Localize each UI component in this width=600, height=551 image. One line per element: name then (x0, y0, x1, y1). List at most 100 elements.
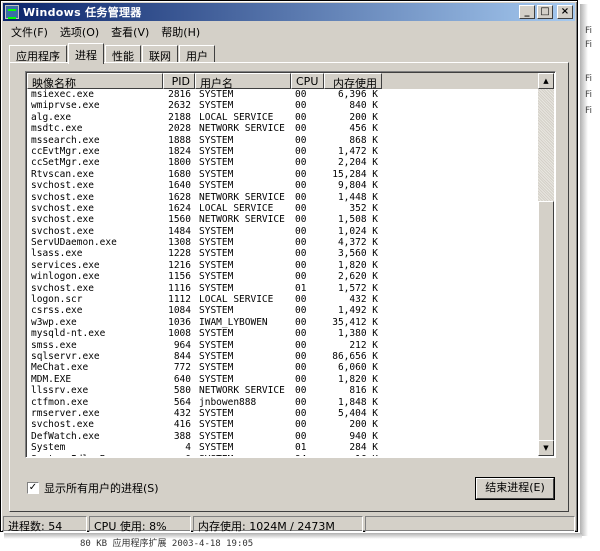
process-row[interactable]: svchost.exe 1560 NETWORK SERVICE 00 1,508 K (27, 214, 538, 225)
row-mem-usage: 1,508 K (337, 214, 378, 226)
row-cpu: 00 (295, 237, 307, 249)
row-user-name: SYSTEM (199, 180, 234, 192)
row-mem-usage: 1,820 K (337, 373, 378, 385)
process-row[interactable]: MDM.EXE 640 SYSTEM 00 1,820 K (27, 374, 538, 385)
menu-options[interactable]: 选项(O) (54, 22, 105, 40)
process-row[interactable]: ServUDaemon.exe 1308 SYSTEM 00 4,372 K (27, 237, 538, 248)
row-user-name: SYSTEM (199, 100, 234, 112)
process-row[interactable]: svchost.exe 416 SYSTEM 00 200 K (27, 419, 538, 430)
row-user-name: IWAM_LYBOWEN (199, 316, 268, 328)
process-row[interactable]: ccSetMgr.exe 1800 SYSTEM 00 2,204 K (27, 157, 538, 168)
row-user-name: SYSTEM (199, 282, 234, 294)
row-mem-usage: 2,620 K (337, 271, 378, 283)
row-cpu: 00 (295, 202, 307, 214)
row-pid: 1156 (168, 271, 191, 283)
process-row[interactable]: MeChat.exe 772 SYSTEM 00 6,060 K (27, 362, 538, 373)
process-row[interactable]: logon.scr 1112 LOCAL SERVICE 00 432 K (27, 294, 538, 305)
process-row[interactable]: csrss.exe 1084 SYSTEM 00 1,492 K (27, 305, 538, 316)
row-user-name: SYSTEM (199, 339, 234, 351)
row-pid: 416 (173, 419, 191, 431)
process-row[interactable]: wmiprvse.exe 2632 SYSTEM 00 840 K (27, 100, 538, 111)
row-pid: 1228 (168, 248, 191, 260)
process-row[interactable]: llssrv.exe 580 NETWORK SERVICE 00 816 K (27, 385, 538, 396)
column-pid[interactable]: PID (163, 73, 195, 89)
column-mem-usage[interactable]: 内存使用 (324, 73, 382, 90)
process-row[interactable]: msdtc.exe 2028 NETWORK SERVICE 00 456 K (27, 123, 538, 134)
process-row[interactable]: svchost.exe 1624 LOCAL SERVICE 00 352 K (27, 203, 538, 214)
row-cpu: 00 (295, 214, 307, 226)
process-row[interactable]: ctfmon.exe 564 jnbowen888 00 1,848 K (27, 397, 538, 408)
show-all-users-option[interactable]: ✓ 显示所有用户的进程(S) (27, 480, 159, 496)
row-mem-usage: 456 K (349, 123, 378, 135)
tab-users[interactable]: 用户 (179, 45, 215, 63)
row-cpu: 00 (295, 396, 307, 408)
process-row[interactable]: rmserver.exe 432 SYSTEM 00 5,404 K (27, 408, 538, 419)
process-row[interactable]: services.exe 1216 SYSTEM 00 1,820 K (27, 260, 538, 271)
row-image-name: rmserver.exe (31, 407, 100, 419)
row-user-name: SYSTEM (199, 305, 234, 317)
column-user-name[interactable]: 用户名 (195, 73, 291, 90)
tab-performance[interactable]: 性能 (105, 45, 141, 63)
row-pid: 2632 (168, 100, 191, 112)
row-pid: 772 (173, 362, 191, 374)
minimize-button[interactable]: _ (519, 5, 535, 19)
menu-file[interactable]: 文件(F) (5, 22, 54, 40)
process-row[interactable]: System Idle Process0SYSTEM9416 K (27, 454, 538, 457)
scroll-thumb[interactable] (538, 201, 554, 443)
process-row[interactable]: svchost.exe 1484 SYSTEM 00 1,024 K (27, 226, 538, 237)
process-row[interactable]: winlogon.exe 1156 SYSTEM 00 2,620 K (27, 271, 538, 282)
row-mem-usage: 868 K (349, 134, 378, 146)
process-row[interactable]: svchost.exe 1628 NETWORK SERVICE 00 1,448 K (27, 192, 538, 203)
tab-networking[interactable]: 联网 (142, 45, 178, 63)
process-row[interactable]: svchost.exe 1640 SYSTEM 00 9,804 K (27, 180, 538, 191)
row-cpu: 00 (295, 191, 307, 203)
row-image-name: wmiprvse.exe (31, 100, 100, 112)
window-title: Windows 任务管理器 (23, 6, 142, 19)
menu-help[interactable]: 帮助(H) (155, 22, 206, 40)
process-list[interactable]: 映像名称 PID 用户名 CPU 内存使用 msiexec.exe 2816 SYS… (25, 71, 556, 458)
process-row[interactable]: mssearch.exe 1888 SYSTEM 00 868 K (27, 135, 538, 146)
row-mem-usage: 816 K (349, 385, 378, 397)
process-row[interactable]: System 4 SYSTEM 01 284 K (27, 442, 538, 453)
tab-processes[interactable]: 进程 (68, 43, 104, 64)
row-cpu: 94 (291, 454, 324, 457)
process-row[interactable]: alg.exe 2188 LOCAL SERVICE 00 200 K (27, 112, 538, 123)
process-row[interactable]: w3wp.exe 1036 IWAM_LYBOWEN 00 35,412 K (27, 317, 538, 328)
row-mem-usage: 1,380 K (337, 328, 378, 340)
menu-view[interactable]: 查看(V) (105, 22, 155, 40)
process-row[interactable]: msiexec.exe 2816 SYSTEM 00 6,396 K (27, 89, 538, 100)
row-mem-usage: 5,404 K (337, 407, 378, 419)
process-row[interactable]: ccEvtMgr.exe 1824 SYSTEM 00 1,472 K (27, 146, 538, 157)
background-side-label: Fi (585, 90, 593, 100)
process-row[interactable]: svchost.exe 1116 SYSTEM 01 1,572 K (27, 283, 538, 294)
row-image-name: llssrv.exe (31, 385, 89, 397)
row-mem-usage: 6,396 K (337, 89, 378, 100)
process-row[interactable]: sqlservr.exe 844 SYSTEM 00 86,656 K (27, 351, 538, 362)
process-row[interactable]: smss.exe 964 SYSTEM 00 212 K (27, 340, 538, 351)
scroll-down-arrow-icon[interactable]: ▼ (538, 440, 554, 456)
column-cpu[interactable]: CPU (291, 73, 324, 89)
process-row[interactable]: DefWatch.exe 388 SYSTEM 00 940 K (27, 431, 538, 442)
row-image-name: csrss.exe (31, 305, 83, 317)
process-row[interactable]: Rtvscan.exe 1680 SYSTEM 00 15,284 K (27, 169, 538, 180)
row-pid: 1216 (168, 259, 191, 271)
column-image-name[interactable]: 映像名称 (27, 73, 163, 90)
row-user-name: SYSTEM (199, 271, 234, 283)
process-row[interactable]: lsass.exe 1228 SYSTEM 00 3,560 K (27, 248, 538, 259)
scroll-up-arrow-icon[interactable]: ▲ (538, 73, 554, 89)
vertical-scrollbar[interactable]: ▲ ▼ (538, 73, 554, 456)
end-process-button[interactable]: 结束进程(E) (476, 478, 554, 499)
row-mem-usage: 15,284 K (332, 168, 378, 180)
process-row[interactable]: mysqld-nt.exe 1008 SYSTEM 00 1,380 K (27, 328, 538, 339)
maximize-button[interactable]: □ (537, 5, 553, 19)
tab-applications[interactable]: 应用程序 (9, 45, 67, 63)
close-button[interactable]: × (557, 5, 573, 19)
row-image-name: System (31, 442, 66, 454)
show-all-users-checkbox[interactable]: ✓ (27, 482, 39, 494)
row-user-name: NETWORK SERVICE (199, 385, 285, 397)
task-manager-window: Windows 任务管理器 _ □ × 文件(F) 选项(O) 查看(V) 帮助… (0, 0, 578, 533)
row-cpu: 00 (295, 157, 307, 169)
title-bar[interactable]: Windows 任务管理器 _ □ × (3, 3, 575, 21)
row-image-name: ctfmon.exe (31, 396, 89, 408)
row-image-name: mysqld-nt.exe (31, 328, 106, 340)
